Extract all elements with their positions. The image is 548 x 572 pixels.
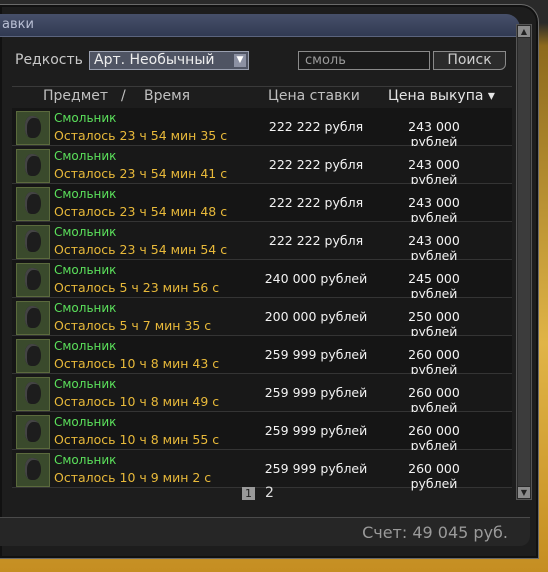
resin-artifact-icon: [16, 187, 50, 221]
search-button[interactable]: Поиск: [433, 51, 506, 70]
resin-artifact-icon: [16, 377, 50, 411]
time-left: Осталось 5 ч 7 мин 35 с: [54, 318, 212, 333]
time-left: Осталось 5 ч 23 мин 56 с: [54, 280, 220, 295]
scrollbar-thumb[interactable]: [518, 38, 530, 486]
buyout-price: 243 000 рублей: [408, 119, 460, 149]
table-row[interactable]: Смольник Осталось 5 ч 23 мин 56 с 240 00…: [12, 260, 512, 301]
buyout-price: 260 000 рублей: [408, 423, 460, 453]
resin-artifact-icon: [16, 301, 50, 335]
lot-rows: Смольник Осталось 23 ч 54 мин 35 с 222 2…: [12, 108, 512, 491]
page-1-button[interactable]: 1: [242, 487, 255, 500]
item-name: Смольник: [54, 149, 117, 163]
bid-price: 259 999 рублей: [264, 347, 368, 362]
column-header-buyout[interactable]: Цена выкупа ▾: [388, 88, 495, 104]
buyout-price: 250 000 рублей: [408, 309, 460, 339]
column-header-separator: /: [121, 88, 126, 104]
time-left: Осталось 23 ч 54 мин 35 с: [54, 128, 228, 143]
bid-price: 222 222 рубля: [268, 195, 364, 210]
scrollbar[interactable]: ▲ ▼: [516, 24, 532, 500]
table-row[interactable]: Смольник Осталось 5 ч 7 мин 35 с 200 000…: [12, 298, 512, 339]
table-row[interactable]: Смольник Осталось 23 ч 54 мин 41 с 222 2…: [12, 146, 512, 187]
buyout-price: 260 000 рублей: [408, 347, 460, 377]
item-name: Смольник: [54, 415, 117, 429]
column-header-item[interactable]: Предмет: [43, 88, 108, 104]
rarity-label: Редкость: [15, 52, 83, 68]
rarity-select[interactable]: Арт. Необычный ▼: [89, 51, 249, 70]
resin-artifact-icon: [16, 415, 50, 449]
bid-price: 240 000 рублей: [264, 271, 368, 286]
time-left: Осталось 10 ч 8 мин 49 с: [54, 394, 220, 409]
time-left: Осталось 23 ч 54 мин 41 с: [54, 166, 228, 181]
chevron-down-icon[interactable]: ▼: [234, 54, 246, 67]
resin-artifact-icon: [16, 111, 50, 145]
buyout-price: 243 000 рублей: [408, 195, 460, 225]
table-row[interactable]: Смольник Осталось 10 ч 9 мин 2 с 259 999…: [12, 450, 512, 491]
bid-price: 259 999 рублей: [264, 461, 368, 476]
column-header-time[interactable]: Время: [144, 88, 190, 104]
item-name: Смольник: [54, 187, 117, 201]
resin-artifact-icon: [16, 339, 50, 373]
time-left: Осталось 10 ч 9 мин 2 с: [54, 470, 212, 485]
item-name: Смольник: [54, 111, 117, 125]
buyout-price: 260 000 рублей: [408, 385, 460, 415]
bid-price: 222 222 рубля: [268, 233, 364, 248]
table-row[interactable]: Смольник Осталось 23 ч 54 мин 54 с 222 2…: [12, 222, 512, 263]
time-left: Осталось 10 ч 8 мин 55 с: [54, 432, 220, 447]
window-title-bar[interactable]: авки: [0, 14, 520, 37]
resin-artifact-icon: [16, 149, 50, 183]
bid-price: 200 000 рублей: [264, 309, 368, 324]
bid-price: 259 999 рублей: [264, 385, 368, 400]
bid-price: 259 999 рублей: [264, 423, 368, 438]
table-row[interactable]: Смольник Осталось 23 ч 54 мин 48 с 222 2…: [12, 184, 512, 225]
item-name: Смольник: [54, 453, 117, 467]
buyout-price: 243 000 рублей: [408, 233, 460, 263]
resin-artifact-icon: [16, 453, 50, 487]
item-name: Смольник: [54, 301, 117, 315]
item-name: Смольник: [54, 377, 117, 391]
arrow-down-icon[interactable]: ▼: [518, 487, 530, 498]
page-2-button[interactable]: 2: [265, 485, 274, 501]
time-left: Осталось 10 ч 8 мин 43 с: [54, 356, 220, 371]
pagination: 12: [242, 485, 274, 501]
bid-price: 222 222 рубля: [268, 119, 364, 134]
rarity-select-value: Арт. Необычный: [94, 52, 215, 68]
item-name: Смольник: [54, 339, 117, 353]
arrow-up-icon[interactable]: ▲: [518, 26, 530, 37]
column-header-bid[interactable]: Цена ставки: [268, 88, 360, 104]
table-row[interactable]: Смольник Осталось 10 ч 8 мин 43 с 259 99…: [12, 336, 512, 377]
item-name: Смольник: [54, 225, 117, 239]
bid-price: 222 222 рубля: [268, 157, 364, 172]
buyout-price: 245 000 рублей: [408, 271, 460, 301]
account-balance: Счет: 49 045 руб.: [362, 523, 508, 542]
search-input[interactable]: [298, 51, 430, 70]
resin-artifact-icon: [16, 263, 50, 297]
table-row[interactable]: Смольник Осталось 10 ч 8 мин 49 с 259 99…: [12, 374, 512, 415]
table-row[interactable]: Смольник Осталось 10 ч 8 мин 55 с 259 99…: [12, 412, 512, 453]
table-row[interactable]: Смольник Осталось 23 ч 54 мин 35 с 222 2…: [12, 108, 512, 149]
time-left: Осталось 23 ч 54 мин 48 с: [54, 204, 228, 219]
resin-artifact-icon: [16, 225, 50, 259]
buyout-price: 260 000 рублей: [408, 461, 460, 491]
time-left: Осталось 23 ч 54 мин 54 с: [54, 242, 228, 257]
item-name: Смольник: [54, 263, 117, 277]
window-title: авки: [2, 17, 34, 32]
buyout-price: 243 000 рублей: [408, 157, 460, 187]
